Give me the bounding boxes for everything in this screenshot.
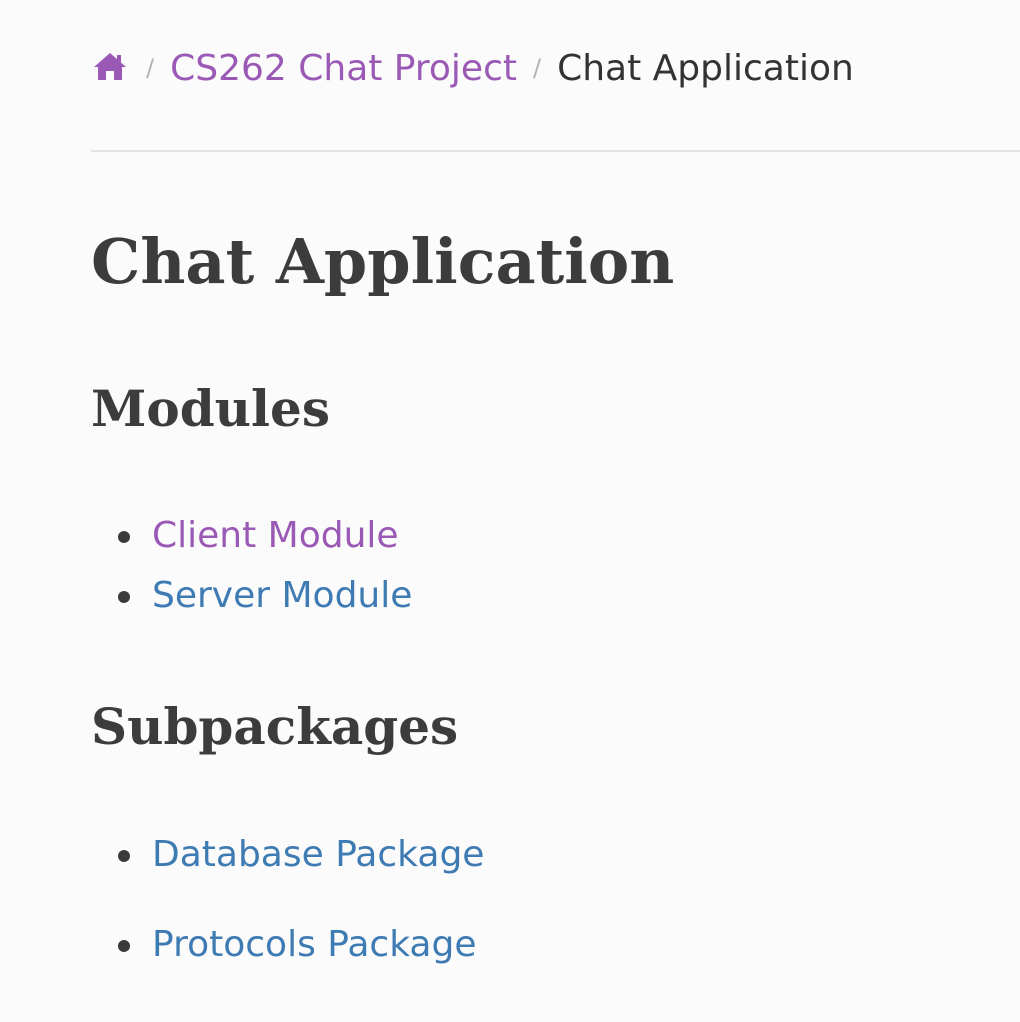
server-module-link[interactable]: Server Module (152, 575, 412, 616)
subpackages-heading: Subpackages (91, 697, 459, 756)
client-module-link[interactable]: Client Module (152, 515, 399, 556)
list-item: Database Package (116, 825, 484, 885)
bullet (118, 531, 130, 543)
modules-list: Client Module Server Module (116, 506, 412, 626)
bullet (118, 591, 130, 603)
subpackages-list: Database Package Protocols Package (116, 825, 484, 975)
divider (91, 150, 1020, 152)
breadcrumb-current: Chat Application (557, 47, 854, 89)
database-package-link[interactable]: Database Package (152, 834, 484, 875)
home-icon (92, 50, 128, 86)
breadcrumb: / CS262 Chat Project / Chat Application (92, 40, 854, 96)
home-link[interactable] (92, 48, 130, 88)
modules-heading: Modules (91, 379, 330, 438)
bullet (118, 940, 130, 952)
bullet (118, 850, 130, 862)
list-item: Server Module (116, 566, 412, 626)
breadcrumb-separator: / (146, 54, 155, 82)
breadcrumb-separator: / (532, 54, 542, 82)
list-item: Client Module (116, 506, 412, 566)
breadcrumb-project-link[interactable]: CS262 Chat Project (170, 48, 517, 89)
list-item: Protocols Package (116, 915, 484, 975)
page-title: Chat Application (91, 225, 675, 298)
protocols-package-link[interactable]: Protocols Package (152, 924, 477, 965)
